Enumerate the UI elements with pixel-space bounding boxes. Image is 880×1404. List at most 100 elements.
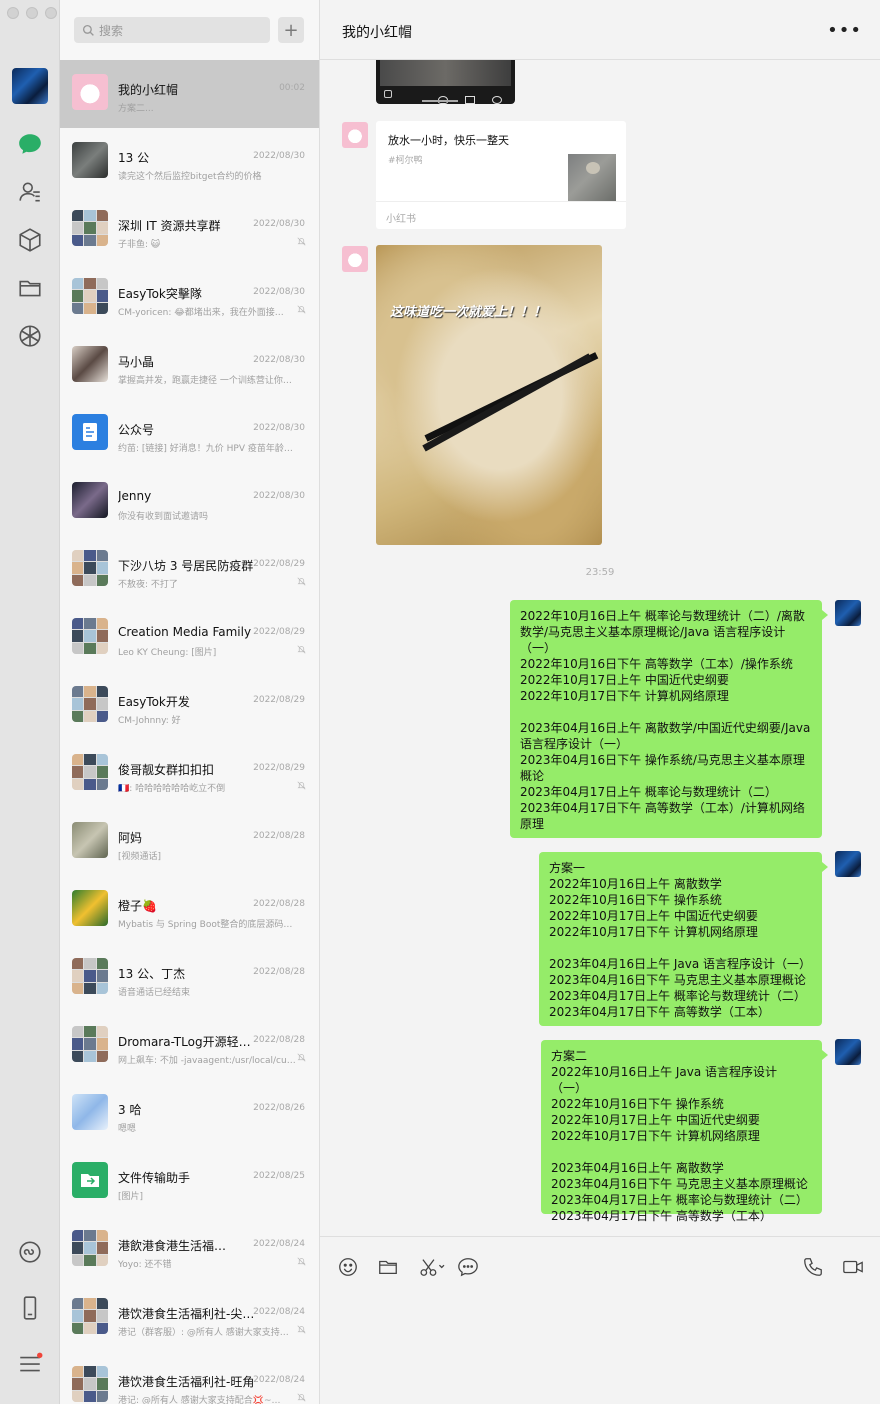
conversation-item[interactable]: 3 哈 2022/08/26 嗯嗯 — [60, 1080, 319, 1148]
window-minimize-button[interactable] — [26, 7, 38, 19]
nav-rail — [0, 0, 60, 1404]
screenshot-icon[interactable] — [416, 1255, 450, 1279]
moments-icon[interactable] — [16, 322, 44, 350]
card-title: 放水一小时，快乐一整天 — [388, 134, 509, 147]
conversation-date: 2022/08/24 — [253, 1239, 305, 1249]
mute-icon — [297, 237, 306, 246]
conversation-avatar — [72, 822, 108, 858]
conversation-item[interactable]: EasyTok突擊隊 2022/08/30 CM-yoricen: 😂都堵出来，我在… — [60, 264, 319, 332]
conversation-avatar — [72, 754, 108, 790]
message-bubble[interactable]: 2022年10月16日上午 概率论与数理统计（二）/离散 数学/马克思主义基本原… — [510, 600, 828, 838]
chat-header: 我的小红帽 ••• — [320, 0, 880, 60]
search-input[interactable]: 搜索 — [74, 17, 270, 43]
conversation-item[interactable]: 我的小红帽 00:02 方案二... — [60, 60, 319, 128]
my-avatar-small[interactable] — [835, 1039, 861, 1065]
conversation-date: 2022/08/29 — [253, 763, 305, 773]
video-call-icon[interactable] — [841, 1255, 865, 1279]
timestamp: 23:59 — [585, 567, 615, 578]
conversation-date: 2022/08/29 — [253, 695, 305, 705]
conversation-date: 2022/08/30 — [253, 151, 305, 161]
conversation-avatar — [72, 686, 108, 722]
conversation-item[interactable]: 港饮港食生活福利社-旺角 2022/08/24 港记: @所有人 感谢大家支持配合💢… — [60, 1352, 319, 1404]
conversation-date: 2022/08/24 — [253, 1307, 305, 1317]
my-avatar-small[interactable] — [835, 600, 861, 626]
conversation-item[interactable]: 俊哥靓女群扣扣扣 2022/08/29 🇫🇷: 哈哈哈哈哈哈屹立不倒 — [60, 740, 319, 808]
contacts-icon[interactable] — [16, 178, 44, 206]
conversation-name: 深圳 IT 资源共享群 — [118, 219, 221, 233]
conversation-avatar — [72, 1162, 108, 1198]
file-icon[interactable] — [376, 1255, 400, 1279]
chat-icon[interactable] — [16, 130, 44, 158]
window-zoom-button[interactable] — [45, 7, 57, 19]
conversation-item[interactable]: EasyTok开发 2022/08/29 CM-Johnny: 好 — [60, 672, 319, 740]
message-area[interactable]: 放水一小时，快乐一整天 #柯尔鸭 小红书 这味道吃一次就爱上！！！ 23:59 … — [320, 60, 880, 1236]
food-video[interactable]: 这味道吃一次就爱上！！！ — [376, 245, 602, 545]
conversation-name: 俊哥靓女群扣扣扣 — [118, 763, 215, 777]
menu-icon[interactable] — [16, 1350, 44, 1378]
more-options-button[interactable]: ••• — [827, 20, 862, 41]
conversation-name: 我的小红帽 — [118, 83, 179, 97]
conversation-name: Jenny — [118, 489, 152, 503]
window-close-button[interactable] — [7, 7, 19, 19]
conversation-avatar — [72, 74, 108, 110]
conversation-item[interactable]: 下沙八坊 3 号居民防疫群 2022/08/29 不敖夜: 不打了 — [60, 536, 319, 604]
conversation-preview: CM-yoricen: 😂都堵出来，我在外面接… — [118, 308, 284, 318]
conversation-date: 2022/08/30 — [253, 355, 305, 365]
conversation-item[interactable]: 13 公 2022/08/30 读完这个然后监控bitget合约的价格 — [60, 128, 319, 196]
conversation-avatar — [72, 346, 108, 382]
conversation-date: 2022/08/30 — [253, 423, 305, 433]
conversation-date: 2022/08/28 — [253, 899, 305, 909]
conversation-date: 2022/08/30 — [253, 219, 305, 229]
card-thumbnail — [568, 154, 616, 202]
card-tag: #柯尔鸭 — [388, 156, 423, 166]
conversation-preview: Mybatis 与 Spring Boot整合的底层源码分析 — [118, 920, 300, 930]
message-bubble[interactable]: 方案二 2022年10月16日上午 Java 语言程序设计（一） 2022年10… — [541, 1040, 828, 1223]
conversation-item[interactable]: 公众号 2022/08/30 约苗: [链接] 好消息！九价 HPV 疫苗年龄放… — [60, 400, 319, 468]
conversation-date: 2022/08/25 — [253, 1171, 305, 1181]
link-card[interactable]: 放水一小时，快乐一整天 #柯尔鸭 小红书 — [376, 121, 626, 229]
video-message[interactable] — [376, 60, 515, 104]
voice-call-icon[interactable] — [801, 1255, 825, 1279]
conversation-item[interactable]: 橙子🍓 2022/08/28 Mybatis 与 Spring Boot整合的底层源… — [60, 876, 319, 944]
add-button[interactable]: + — [278, 17, 304, 43]
conversation-item[interactable]: Creation Media Family 2022/08/29 Leo KY Ch… — [60, 604, 319, 672]
conversation-preview: 你没有收到面试邀请吗 — [118, 512, 209, 522]
folder-icon[interactable] — [16, 274, 44, 302]
conversation-avatar — [72, 550, 108, 586]
conversation-date: 2022/08/28 — [253, 1035, 305, 1045]
conversation-item[interactable]: Jenny 2022/08/30 你没有收到面试邀请吗 — [60, 468, 319, 536]
conversation-avatar — [72, 142, 108, 178]
contact-avatar[interactable] — [342, 246, 368, 272]
conversation-date: 2022/08/29 — [253, 627, 305, 637]
conversation-item[interactable]: 港饮港食生活福利社-尖… 2022/08/24 港记（群客服）: @所有人 感谢大家… — [60, 1284, 319, 1352]
conversation-preview: 网上飙车: 不加 -javaagent:/usr/local/cu… — [118, 1056, 296, 1066]
message-bubble[interactable]: 方案一 2022年10月16日上午 离散数学 2022年10月16日下午 操作系… — [539, 852, 828, 1026]
card-source: 小红书 — [386, 214, 416, 225]
conversation-item[interactable]: 阿妈 2022/08/28 [视频通话] — [60, 808, 319, 876]
conversation-item[interactable]: 深圳 IT 资源共享群 2022/08/30 子非鱼: 😺 — [60, 196, 319, 264]
composer[interactable] — [320, 1236, 880, 1404]
conversation-avatar — [72, 1298, 108, 1334]
my-avatar-small[interactable] — [835, 851, 861, 877]
conversation-preview: 港记: @所有人 感谢大家支持配合💢~… — [118, 1396, 281, 1404]
conversation-item[interactable]: 13 公、丁杰 2022/08/28 语音通话已经结束 — [60, 944, 319, 1012]
conversation-item[interactable]: 马小晶 2022/08/30 掌握高并发，跑赢走捷径 一个训练营让你取… — [60, 332, 319, 400]
mini-program-icon[interactable] — [16, 1238, 44, 1266]
conversation-item[interactable]: 文件传输助手 2022/08/25 [图片] — [60, 1148, 319, 1216]
conversation-item[interactable]: Dromara-TLog开源轻量… 2022/08/28 网上飙车: 不加 -jav… — [60, 1012, 319, 1080]
conversation-date: 2022/08/28 — [253, 967, 305, 977]
phone-icon[interactable] — [16, 1294, 44, 1322]
conversation-avatar — [72, 278, 108, 314]
conversation-name: 公众号 — [118, 423, 155, 437]
conversation-item[interactable]: 港飲港食港生活福… 2022/08/24 Yoyo: 还不错 — [60, 1216, 319, 1284]
search-icon — [82, 24, 94, 36]
chat-history-icon[interactable] — [456, 1255, 480, 1279]
my-avatar[interactable] — [12, 68, 48, 104]
search-placeholder: 搜索 — [99, 23, 124, 38]
conversation-date: 2022/08/24 — [253, 1375, 305, 1385]
conversation-avatar — [72, 1366, 108, 1402]
conversation-name: 下沙八坊 3 号居民防疫群 — [118, 559, 254, 573]
contact-avatar[interactable] — [342, 122, 368, 148]
emoji-icon[interactable] — [336, 1255, 360, 1279]
favorites-icon[interactable] — [16, 226, 44, 254]
